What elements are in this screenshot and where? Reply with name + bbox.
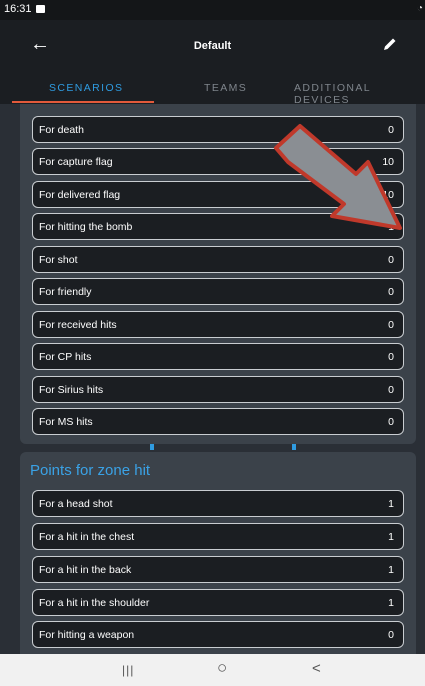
row-for-shot[interactable]: For shot 0 xyxy=(32,246,404,273)
row-for-hitting-a-weapon[interactable]: For hitting a weapon 0 xyxy=(32,621,404,648)
row-label: For CP hits xyxy=(39,351,92,363)
row-for-a-hit-in-the-shoulder[interactable]: For a hit in the shoulder 1 xyxy=(32,589,404,616)
edit-pencil-icon[interactable] xyxy=(382,36,398,52)
row-value[interactable]: 0 xyxy=(388,319,394,331)
row-label: For death xyxy=(39,124,84,136)
wifi-icon: ◔ xyxy=(416,3,423,14)
tab-additional-devices[interactable]: ADDITIONAL DEVICES xyxy=(294,82,425,106)
row-value[interactable]: 0 xyxy=(388,416,394,428)
row-for-a-head-shot[interactable]: For a head shot 1 xyxy=(32,490,404,517)
scroll-indicator-mark xyxy=(150,444,154,450)
recents-button[interactable]: ||| xyxy=(122,663,134,677)
tab-indicator xyxy=(12,101,154,103)
row-value[interactable]: 1 xyxy=(388,564,394,576)
row-label: For a hit in the back xyxy=(39,564,132,576)
row-value[interactable]: 1 xyxy=(388,531,394,543)
row-for-sirius-hits[interactable]: For Sirius hits 0 xyxy=(32,376,404,403)
row-value[interactable]: 0 xyxy=(388,254,394,266)
row-value[interactable]: 0 xyxy=(388,384,394,396)
row-label: For capture flag xyxy=(39,156,113,168)
row-label: For hitting a weapon xyxy=(39,629,135,641)
status-time: 16:31 xyxy=(4,3,32,15)
row-value[interactable]: 1 xyxy=(388,597,394,609)
row-for-friendly[interactable]: For friendly 0 xyxy=(32,278,404,305)
system-nav-bar: ||| ○ < xyxy=(0,654,425,686)
status-bar: 16:31 ◔ xyxy=(0,0,425,20)
zone-points-panel: Points for zone hit For a head shot 1 Fo… xyxy=(20,452,416,654)
row-value[interactable]: 1 xyxy=(388,498,394,510)
page-title: Default xyxy=(193,40,232,52)
back-button[interactable]: < xyxy=(312,660,321,677)
row-label: For delivered flag xyxy=(39,189,121,201)
row-label: For Sirius hits xyxy=(39,384,104,396)
app-bar: ← Default xyxy=(0,20,425,72)
highlight-arrow-icon xyxy=(274,124,402,230)
row-value[interactable]: 0 xyxy=(388,351,394,363)
home-button[interactable]: ○ xyxy=(217,658,227,678)
tab-teams[interactable]: TEAMS xyxy=(204,82,247,94)
row-label: For friendly xyxy=(39,286,92,298)
row-for-cp-hits[interactable]: For CP hits 0 xyxy=(32,343,404,370)
row-for-a-hit-in-the-chest[interactable]: For a hit in the chest 1 xyxy=(32,523,404,550)
scroll-indicator-mark xyxy=(292,444,296,450)
row-value[interactable]: 0 xyxy=(388,629,394,641)
row-label: For hitting the bomb xyxy=(39,221,133,233)
row-for-received-hits[interactable]: For received hits 0 xyxy=(32,311,404,338)
tab-bar: SCENARIOS TEAMS ADDITIONAL DEVICES xyxy=(0,72,425,106)
row-value[interactable]: 0 xyxy=(388,286,394,298)
row-label: For shot xyxy=(39,254,78,266)
row-label: For MS hits xyxy=(39,416,93,428)
row-for-a-hit-in-the-back[interactable]: For a hit in the back 1 xyxy=(32,556,404,583)
zone-section-title: Points for zone hit xyxy=(30,462,151,479)
row-label: For a hit in the shoulder xyxy=(39,597,150,609)
row-label: For a hit in the chest xyxy=(39,531,135,543)
row-label: For received hits xyxy=(39,319,117,331)
tab-scenarios[interactable]: SCENARIOS xyxy=(49,82,123,94)
row-for-ms-hits[interactable]: For MS hits 0 xyxy=(32,408,404,435)
row-label: For a head shot xyxy=(39,498,113,510)
image-notification-icon xyxy=(36,5,45,13)
